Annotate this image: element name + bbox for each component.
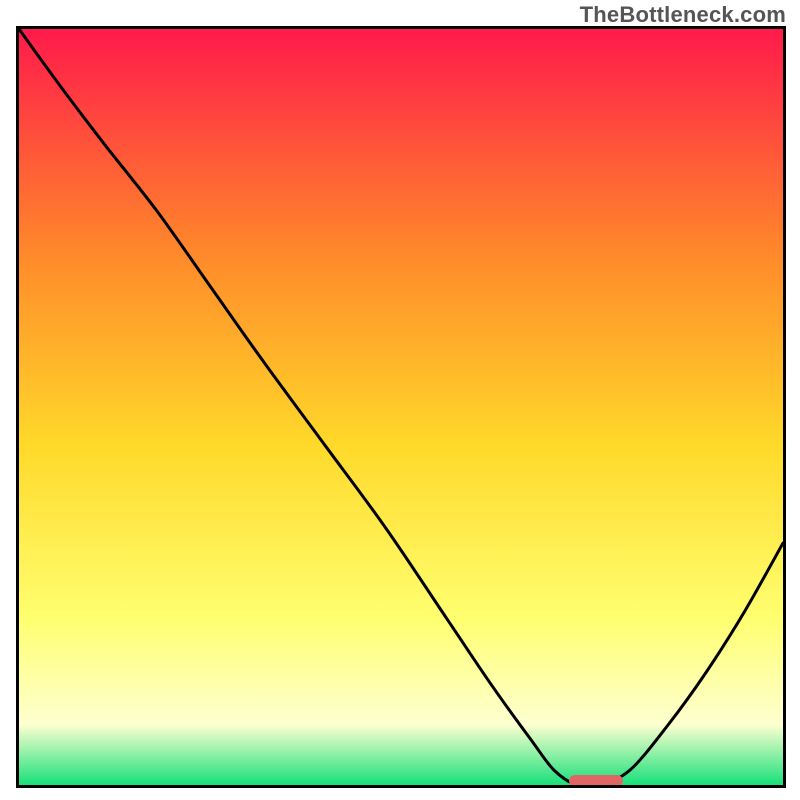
watermark-label: TheBottleneck.com: [580, 2, 786, 28]
optimal-range-marker: [569, 775, 622, 787]
chart-container: TheBottleneck.com: [0, 0, 800, 800]
plot-area: [16, 26, 786, 788]
gradient-background: [19, 29, 783, 785]
